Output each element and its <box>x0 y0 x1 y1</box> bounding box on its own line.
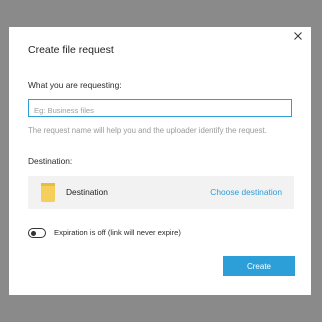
choose-destination-link[interactable]: Choose destination <box>210 187 282 197</box>
create-file-request-dialog: Create file request What you are request… <box>9 27 311 295</box>
destination-name: Destination <box>66 187 108 197</box>
create-button[interactable]: Create <box>223 256 295 276</box>
folder-icon <box>41 183 55 202</box>
destination-box: Destination Choose destination <box>28 176 294 209</box>
request-name-field <box>28 99 292 119</box>
close-icon[interactable] <box>292 30 304 42</box>
requesting-label: What you are requesting: <box>28 80 122 90</box>
request-name-helper-text: The request name will help you and the u… <box>28 126 267 135</box>
request-name-input[interactable] <box>29 102 291 119</box>
expiration-label: Expiration is off (link will never expir… <box>54 228 181 237</box>
destination-label: Destination: <box>28 156 73 166</box>
toggle-knob <box>31 231 36 236</box>
expiration-toggle[interactable] <box>28 228 46 238</box>
dialog-title: Create file request <box>28 44 114 56</box>
